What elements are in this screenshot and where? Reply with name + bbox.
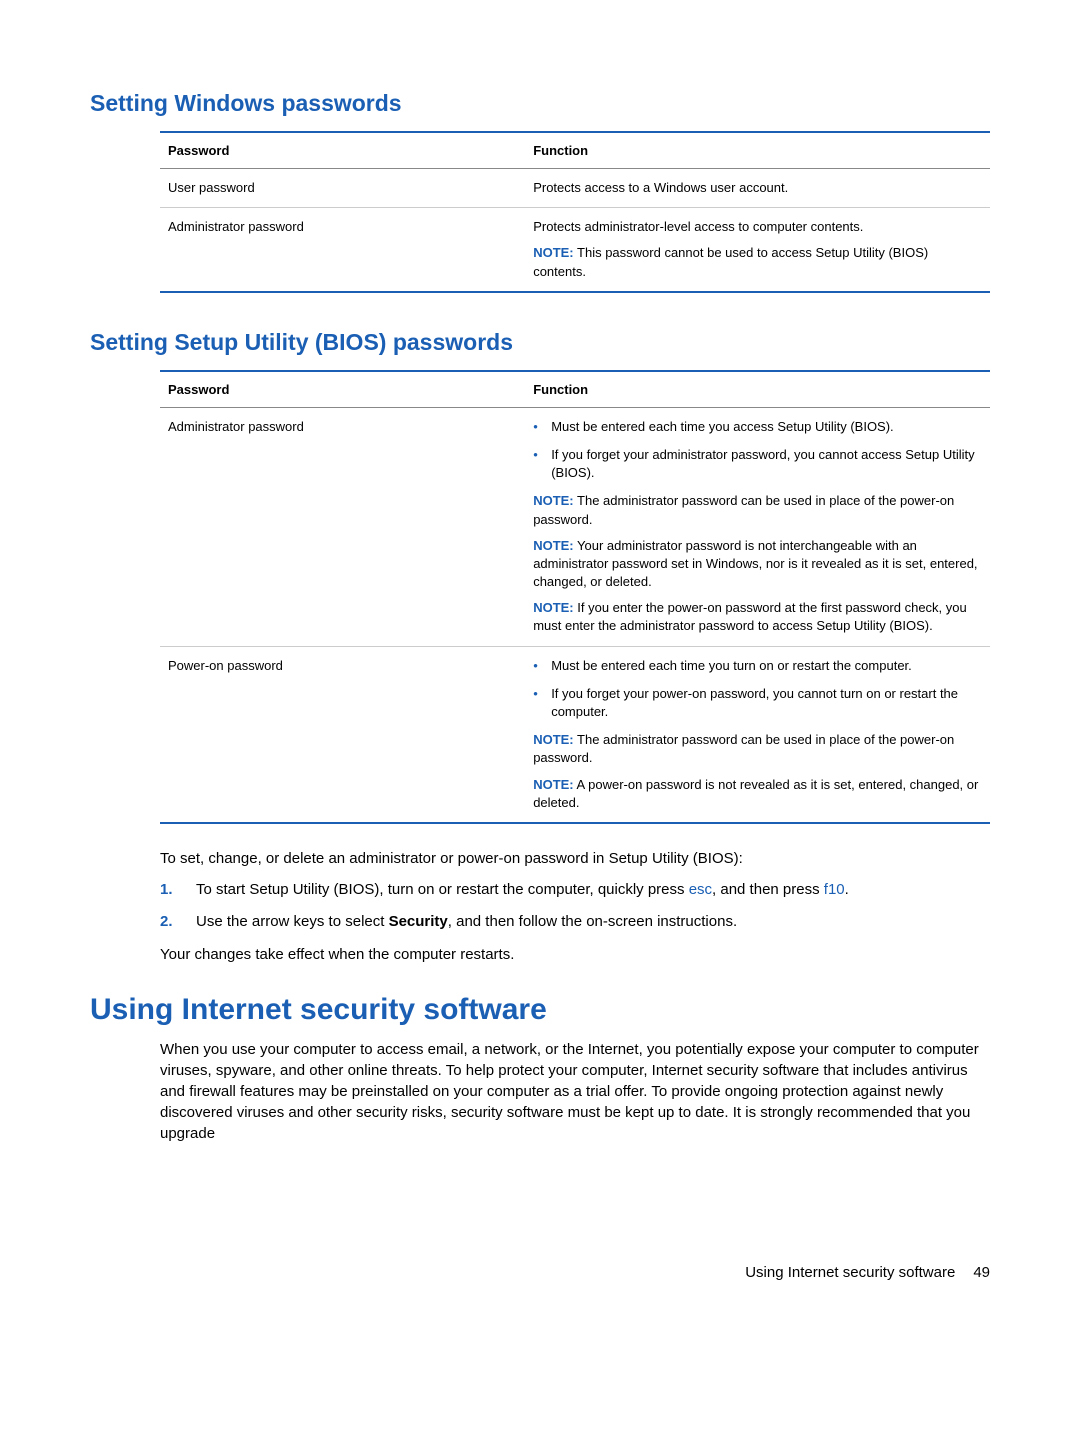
table-row: Power-on password Must be entered each t…	[160, 646, 990, 823]
note-text: This password cannot be used to access S…	[533, 245, 928, 278]
note-label: NOTE:	[533, 600, 573, 615]
note-label: NOTE:	[533, 732, 573, 747]
cell-text: Protects administrator-level access to c…	[533, 218, 982, 236]
note-label: NOTE:	[533, 538, 573, 553]
table-windows-passwords-wrap: Password Function User password Protects…	[160, 131, 990, 293]
table-bios-passwords-wrap: Password Function Administrator password…	[160, 370, 990, 965]
paragraph: Your changes take effect when the comput…	[160, 944, 990, 965]
col-function: Function	[525, 132, 990, 169]
document-page: Setting Windows passwords Password Funct…	[0, 0, 1080, 1341]
cell-password: Administrator password	[160, 407, 525, 646]
step-number: 2.	[160, 911, 173, 934]
note-label: NOTE:	[533, 493, 573, 508]
table-row: Administrator password Protects administ…	[160, 208, 990, 292]
list-item: If you forget your power-on password, yo…	[533, 685, 982, 721]
note-label: NOTE:	[533, 245, 573, 260]
note-text: If you enter the power-on password at th…	[533, 600, 967, 633]
col-function: Function	[525, 371, 990, 408]
step-text: , and then press	[712, 881, 824, 898]
footer-label: Using Internet security software	[745, 1264, 955, 1281]
heading-windows-passwords: Setting Windows passwords	[90, 90, 990, 117]
list-item: Must be entered each time you turn on or…	[533, 657, 982, 675]
bullet-list: Must be entered each time you turn on or…	[533, 657, 982, 722]
note-block: NOTE: This password cannot be used to ac…	[533, 244, 982, 280]
step-number: 1.	[160, 879, 173, 902]
note-text: Your administrator password is not inter…	[533, 538, 977, 589]
note-block: NOTE: The administrator password can be …	[533, 731, 982, 767]
note-text: The administrator password can be used i…	[533, 732, 954, 765]
col-password: Password	[160, 132, 525, 169]
note-block: NOTE: The administrator password can be …	[533, 492, 982, 528]
table-row: User password Protects access to a Windo…	[160, 169, 990, 208]
key-esc: esc	[689, 881, 712, 898]
table-windows-passwords: Password Function User password Protects…	[160, 131, 990, 293]
note-text: The administrator password can be used i…	[533, 493, 954, 526]
list-item: Must be entered each time you access Set…	[533, 418, 982, 436]
cell-password: Administrator password	[160, 208, 525, 292]
col-password: Password	[160, 371, 525, 408]
cell-password: Power-on password	[160, 646, 525, 823]
cell-function: Protects access to a Windows user accoun…	[525, 169, 990, 208]
table-bios-passwords: Password Function Administrator password…	[160, 370, 990, 824]
page-number: 49	[973, 1264, 990, 1281]
note-block: NOTE: A power-on password is not reveale…	[533, 776, 982, 812]
step-item: 2. Use the arrow keys to select Security…	[160, 911, 990, 934]
cell-password: User password	[160, 169, 525, 208]
note-text: A power-on password is not revealed as i…	[533, 777, 978, 810]
step-text: Use the arrow keys to select	[196, 913, 389, 930]
cell-function: Must be entered each time you access Set…	[525, 407, 990, 646]
ordered-steps: 1. To start Setup Utility (BIOS), turn o…	[160, 879, 990, 934]
table-row: Administrator password Must be entered e…	[160, 407, 990, 646]
bold-security: Security	[389, 913, 448, 930]
page-footer: Using Internet security software 49	[90, 1264, 990, 1281]
note-block: NOTE: Your administrator password is not…	[533, 537, 982, 592]
heading-internet-security: Using Internet security software	[90, 993, 990, 1027]
step-item: 1. To start Setup Utility (BIOS), turn o…	[160, 879, 990, 902]
bullet-list: Must be entered each time you access Set…	[533, 418, 982, 483]
paragraph: To set, change, or delete an administrat…	[160, 848, 990, 869]
list-item: If you forget your administrator passwor…	[533, 446, 982, 482]
step-text: , and then follow the on-screen instruct…	[448, 913, 737, 930]
step-text: .	[845, 881, 849, 898]
note-label: NOTE:	[533, 777, 573, 792]
paragraph: When you use your computer to access ema…	[160, 1039, 990, 1144]
cell-function: Protects administrator-level access to c…	[525, 208, 990, 292]
note-block: NOTE: If you enter the power-on password…	[533, 599, 982, 635]
cell-function: Must be entered each time you turn on or…	[525, 646, 990, 823]
key-f10: f10	[824, 881, 845, 898]
heading-bios-passwords: Setting Setup Utility (BIOS) passwords	[90, 329, 990, 356]
step-text: To start Setup Utility (BIOS), turn on o…	[196, 881, 689, 898]
